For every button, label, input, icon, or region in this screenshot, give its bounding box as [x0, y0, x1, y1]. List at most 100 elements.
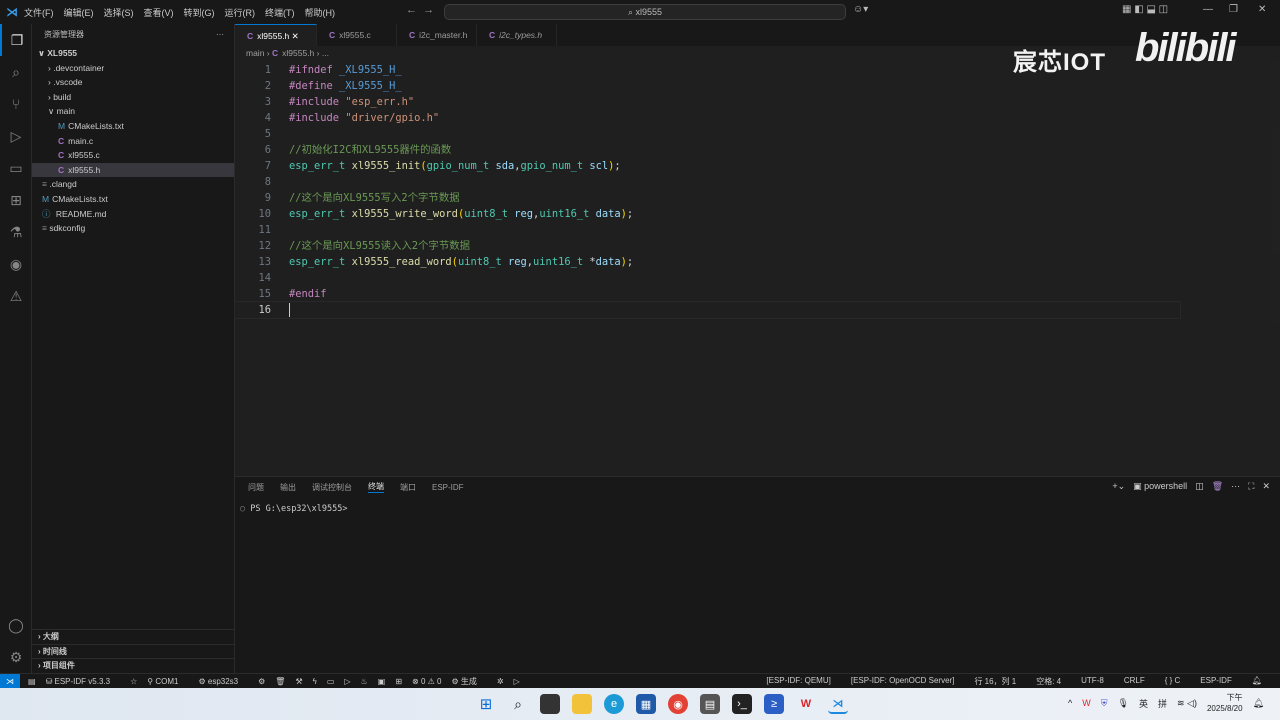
ime-lang[interactable]: 英: [1139, 697, 1148, 710]
forward-icon[interactable]: →: [423, 4, 434, 16]
code-line[interactable]: 15 #endif: [235, 286, 1270, 302]
status-item[interactable]: [ESP-IDF: QEMU]: [766, 676, 830, 687]
plus-box-icon[interactable]: ⊞: [395, 677, 402, 686]
menu-item[interactable]: 查看(V): [144, 8, 174, 18]
code-line[interactable]: 8: [235, 174, 1270, 190]
close-tab-icon[interactable]: ✕: [289, 31, 299, 41]
code-line[interactable]: 11: [235, 222, 1270, 238]
terminal-shell[interactable]: ▣ powershell: [1133, 481, 1187, 492]
shield-icon[interactable]: ⛨: [1101, 698, 1108, 709]
terminal-icon[interactable]: ▣: [378, 677, 386, 686]
file-explorer-icon[interactable]: [572, 694, 592, 714]
code-line[interactable]: 9 //这个是向XL9555写入2个字节数据: [235, 190, 1270, 206]
flame-icon[interactable]: ♨: [361, 677, 368, 686]
monitor-icon[interactable]: ▭: [327, 677, 335, 686]
clean-icon[interactable]: 🗑: [275, 677, 285, 686]
breadcrumb-item[interactable]: main: [246, 48, 264, 58]
more-icon[interactable]: ···: [1231, 481, 1240, 492]
build-icon[interactable]: ⚒: [295, 677, 302, 686]
port[interactable]: ⚲ COM1: [147, 677, 188, 686]
code-line[interactable]: 12 //这个是向XL9555读入入2个字节数据: [235, 238, 1270, 254]
command-center-search[interactable]: ⌕ xl9555: [444, 4, 846, 20]
tree-item[interactable]: Cxl9555.c: [32, 148, 234, 163]
tab-xl9555-h[interactable]: Cxl9555.h ✕: [235, 24, 317, 46]
panel-tab[interactable]: 调试控制台: [312, 482, 352, 493]
status-item[interactable]: UTF-8: [1081, 676, 1104, 687]
code-editor[interactable]: 1 #ifndef _XL9555_H_ 2 #define _XL9555_H_ 3 #…: [234, 62, 1270, 319]
maximize-panel-icon[interactable]: ⛶: [1248, 481, 1254, 492]
menu-item[interactable]: 帮助(H): [305, 8, 336, 18]
wifi-volume-icon[interactable]: ≋ ◁): [1177, 698, 1197, 709]
idf-folder-icon[interactable]: ▤: [28, 677, 36, 686]
status-item[interactable]: { } C: [1165, 676, 1181, 687]
notifications-bell-icon[interactable]: 🔔︎: [1252, 676, 1262, 687]
tab-xl9555-c[interactable]: Cxl9555.c: [317, 24, 397, 46]
terminal-app-icon[interactable]: ›_: [732, 694, 752, 714]
close-button[interactable]: ✕: [1258, 4, 1266, 15]
esp-idf-icon[interactable]: ◉: [0, 248, 32, 280]
layout-icons[interactable]: ▦ ◧ ⬓ ◫: [1122, 4, 1168, 15]
panel-tab[interactable]: 问题: [248, 482, 264, 493]
editor-scrollbar[interactable]: [1270, 62, 1280, 322]
task-view-icon[interactable]: [540, 694, 560, 714]
run-icon[interactable]: ▷: [514, 677, 520, 686]
debug-icon[interactable]: ▷: [344, 677, 350, 686]
status-item[interactable]: 行 16，列 1: [974, 676, 1016, 687]
sidebar-section-0[interactable]: › 大纲: [32, 629, 235, 644]
code-line[interactable]: 14: [235, 270, 1270, 286]
menu-item[interactable]: 转到(G): [184, 8, 215, 18]
notification-icon[interactable]: 🔔︎: [1253, 698, 1264, 709]
vscode-taskbar-icon[interactable]: ⋊: [828, 694, 848, 714]
extensions-icon[interactable]: ⊞: [0, 184, 32, 216]
close-panel-icon[interactable]: ✕: [1262, 481, 1270, 492]
remote-icon[interactable]: ⋊: [0, 673, 20, 689]
settings-gear-icon[interactable]: ⚙: [0, 641, 32, 673]
start-icon[interactable]: ⊞: [476, 694, 496, 714]
new-terminal-icon[interactable]: +⌄: [1112, 481, 1125, 492]
tree-item[interactable]: Cmain.c: [32, 134, 234, 149]
restore-button[interactable]: ❐: [1229, 4, 1238, 15]
terminal-output[interactable]: ○ PS G:\esp32\xl9555>: [240, 504, 347, 514]
remote-explorer-icon[interactable]: ▭: [0, 152, 32, 184]
workspace-root[interactable]: ∨ XL9555: [32, 46, 234, 61]
search-taskbar-icon[interactable]: ⌕: [508, 694, 528, 714]
powershell-icon[interactable]: ≥: [764, 694, 784, 714]
sidebar-section-2[interactable]: › 项目组件: [32, 658, 235, 673]
clock[interactable]: 下午 2025/8/20: [1207, 692, 1243, 714]
wps-icon[interactable]: W: [796, 694, 816, 714]
tree-item[interactable]: M CMakeLists.txt: [32, 192, 234, 207]
tree-item[interactable]: ≡ sdkconfig: [32, 221, 234, 236]
breadcrumb-item[interactable]: xl9555.h: [282, 48, 314, 58]
tab-i2c_types-h[interactable]: Ci2c_types.h: [477, 24, 557, 46]
wps-tray-icon[interactable]: W: [1082, 698, 1091, 708]
split-terminal-icon[interactable]: ◫: [1195, 481, 1204, 492]
source-control-icon[interactable]: ⑂: [0, 88, 32, 120]
more-actions-icon[interactable]: ···: [216, 24, 224, 46]
status-item[interactable]: CRLF: [1124, 676, 1145, 687]
code-line[interactable]: 5: [235, 126, 1270, 142]
code-line[interactable]: 6 //初始化I2C和XL9555器件的函数: [235, 142, 1270, 158]
code-line[interactable]: 13 esp_err_t xl9555_read_word(uint8_t reg…: [235, 254, 1270, 270]
explorer-icon[interactable]: ❐: [0, 24, 32, 56]
status-item[interactable]: [ESP-IDF: OpenOCD Server]: [851, 676, 955, 687]
tree-item[interactable]: › build: [32, 90, 234, 105]
idf-explorer-icon[interactable]: ⚠: [0, 280, 32, 312]
sidebar-section-1[interactable]: › 时间线: [32, 643, 235, 659]
panel-tab[interactable]: 输出: [280, 482, 296, 493]
debug-gear-icon[interactable]: ✲: [497, 677, 504, 686]
search-icon[interactable]: ⌕: [0, 56, 32, 88]
breadcrumb-item[interactable]: ...: [322, 48, 329, 58]
back-icon[interactable]: ←: [406, 4, 417, 16]
breadcrumb[interactable]: main › Cxl9555.h › ...: [246, 48, 329, 58]
code-line[interactable]: 16: [234, 301, 1181, 319]
edge-icon[interactable]: e: [604, 694, 624, 714]
code-line[interactable]: 4 #include "driver/gpio.h": [235, 110, 1270, 126]
tree-item[interactable]: ⓘ README.md: [32, 207, 234, 222]
microphone-icon[interactable]: 🎙: [1118, 698, 1129, 709]
code-line[interactable]: 1 #ifndef _XL9555_H_: [235, 62, 1270, 78]
build-button[interactable]: ⚙ 生成: [451, 676, 486, 687]
chrome-icon[interactable]: ◉: [668, 694, 688, 714]
tray-overflow-icon[interactable]: ^: [1068, 698, 1072, 708]
menu-item[interactable]: 文件(F): [24, 8, 54, 18]
store-icon[interactable]: ▦: [636, 694, 656, 714]
